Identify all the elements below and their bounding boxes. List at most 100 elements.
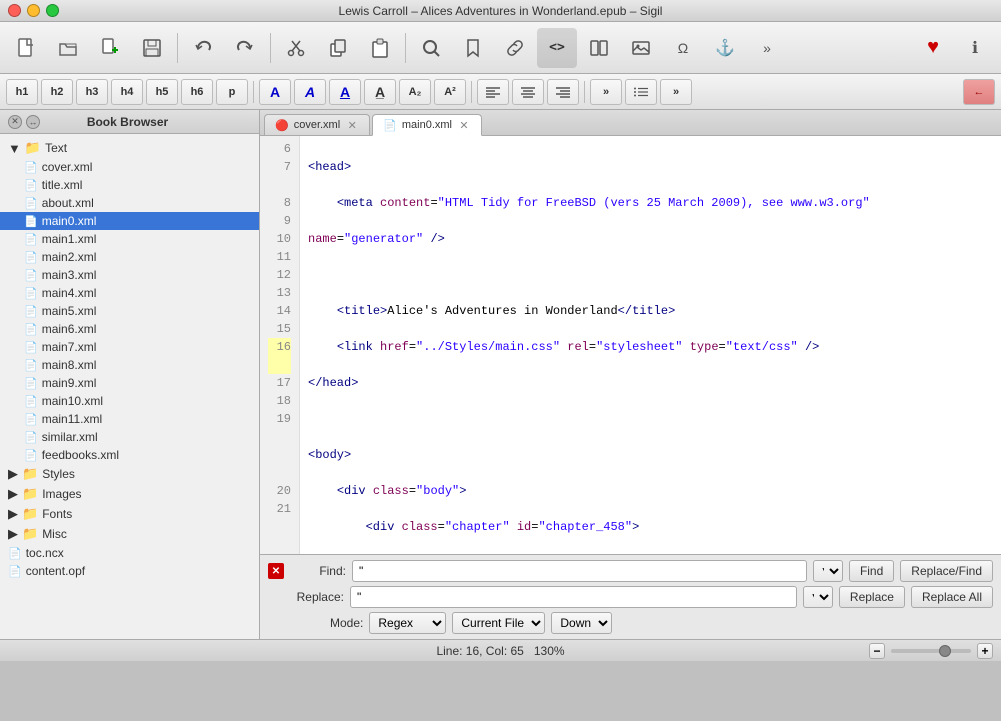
- find-button[interactable]: [411, 28, 451, 68]
- superscript-button[interactable]: A²: [434, 79, 466, 105]
- line-num: 6: [268, 140, 291, 158]
- info-button[interactable]: ℹ: [955, 28, 995, 68]
- heading5-button[interactable]: h5: [146, 79, 178, 105]
- find-button[interactable]: Find: [849, 560, 894, 582]
- fonts-folder[interactable]: ▶ 📁 Fonts: [0, 504, 259, 524]
- file-main7-xml[interactable]: 📄 main7.xml: [0, 338, 259, 356]
- file-toc-ncx[interactable]: 📄 toc.ncx: [0, 544, 259, 562]
- minimize-window-button[interactable]: [27, 4, 40, 17]
- direction-select[interactable]: Up Down: [551, 612, 612, 634]
- zoom-in-button[interactable]: +: [977, 643, 993, 659]
- heading3-button[interactable]: h3: [76, 79, 108, 105]
- zoom-slider[interactable]: [891, 649, 971, 653]
- tab-cover-xml[interactable]: 🔴 cover.xml ✕: [264, 114, 370, 135]
- special-char-button[interactable]: Ω: [663, 28, 703, 68]
- file-label: main11.xml: [42, 412, 102, 426]
- misc-folder[interactable]: ▶ 📁 Misc: [0, 524, 259, 544]
- strikethrough-button[interactable]: A̲: [364, 79, 396, 105]
- replace-button[interactable]: Replace: [839, 586, 905, 608]
- replace-find-button[interactable]: Replace/Find: [900, 560, 993, 582]
- zoom-out-button[interactable]: −: [869, 643, 885, 659]
- align-center-button[interactable]: [512, 79, 544, 105]
- back-button[interactable]: ←: [963, 79, 995, 105]
- redo-button[interactable]: [225, 28, 265, 68]
- text-folder[interactable]: ▼ 📁 Text: [0, 138, 259, 158]
- file-main5-xml[interactable]: 📄 main5.xml: [0, 302, 259, 320]
- line-num: [268, 356, 291, 374]
- paste-button[interactable]: [360, 28, 400, 68]
- file-main8-xml[interactable]: 📄 main8.xml: [0, 356, 259, 374]
- cut-button[interactable]: [276, 28, 316, 68]
- underline-button[interactable]: A: [329, 79, 361, 105]
- status-bar: Line: 16, Col: 65 130% − +: [0, 639, 1001, 661]
- italic-button[interactable]: A: [294, 79, 326, 105]
- more-toolbar-button[interactable]: »: [747, 28, 787, 68]
- file-title-xml[interactable]: 📄 title.xml: [0, 176, 259, 194]
- scope-select[interactable]: Current File All Files: [452, 612, 545, 634]
- more-format-button[interactable]: »: [590, 79, 622, 105]
- code-editor[interactable]: 6 7 8 9 10 11 12 13 14 15 16 17 18 19: [260, 136, 1001, 554]
- find-replace-close-button[interactable]: ✕: [268, 563, 284, 579]
- images-folder[interactable]: ▶ 📁 Images: [0, 484, 259, 504]
- maximize-window-button[interactable]: [46, 4, 59, 17]
- code-view-button[interactable]: <>: [537, 28, 577, 68]
- file-cover-xml[interactable]: 📄 cover.xml: [0, 158, 259, 176]
- line-num: [268, 428, 291, 446]
- code-line: [308, 266, 993, 284]
- file-main1-xml[interactable]: 📄 main1.xml: [0, 230, 259, 248]
- file-label: main3.xml: [42, 268, 97, 282]
- image-button[interactable]: [621, 28, 661, 68]
- file-main3-xml[interactable]: 📄 main3.xml: [0, 266, 259, 284]
- styles-folder[interactable]: ▶ 📁 Styles: [0, 464, 259, 484]
- file-feedbooks-xml[interactable]: 📄 feedbooks.xml: [0, 446, 259, 464]
- save-button[interactable]: [132, 28, 172, 68]
- replace-input[interactable]: [350, 586, 797, 608]
- tab-main0-xml[interactable]: 📄 main0.xml ✕: [372, 114, 482, 136]
- folder-closed-icon: ▶: [8, 486, 18, 502]
- close-window-button[interactable]: [8, 4, 21, 17]
- file-main0-xml[interactable]: 📄 main0.xml: [0, 212, 259, 230]
- new-file-button[interactable]: [6, 28, 46, 68]
- file-icon: 📄: [24, 305, 38, 318]
- list-button[interactable]: [625, 79, 657, 105]
- subscript-button[interactable]: A₂: [399, 79, 431, 105]
- align-right-button[interactable]: [547, 79, 579, 105]
- file-main11-xml[interactable]: 📄 main11.xml: [0, 410, 259, 428]
- more-format2-button[interactable]: »: [660, 79, 692, 105]
- open-file-button[interactable]: [48, 28, 88, 68]
- file-similar-xml[interactable]: 📄 similar.xml: [0, 428, 259, 446]
- file-main6-xml[interactable]: 📄 main6.xml: [0, 320, 259, 338]
- mode-select[interactable]: Normal Regex Wildcard: [369, 612, 446, 634]
- heading4-button[interactable]: h4: [111, 79, 143, 105]
- file-main10-xml[interactable]: 📄 main10.xml: [0, 392, 259, 410]
- sidebar-expand-button[interactable]: ↔: [26, 115, 40, 129]
- paragraph-button[interactable]: p: [216, 79, 248, 105]
- find-input[interactable]: [352, 560, 807, 582]
- find-dropdown[interactable]: ▼: [813, 560, 843, 582]
- align-left-button[interactable]: [477, 79, 509, 105]
- add-file-button[interactable]: [90, 28, 130, 68]
- tab-close-button[interactable]: ✕: [345, 118, 359, 132]
- file-main9-xml[interactable]: 📄 main9.xml: [0, 374, 259, 392]
- tab-close-button[interactable]: ✕: [457, 118, 471, 132]
- split-view-button[interactable]: [579, 28, 619, 68]
- file-main2-xml[interactable]: 📄 main2.xml: [0, 248, 259, 266]
- heading1-button[interactable]: h1: [6, 79, 38, 105]
- bold-button[interactable]: A: [259, 79, 291, 105]
- file-about-xml[interactable]: 📄 about.xml: [0, 194, 259, 212]
- heading6-button[interactable]: h6: [181, 79, 213, 105]
- code-content[interactable]: <head> <meta content="HTML Tidy for Free…: [300, 136, 1001, 554]
- copy-button[interactable]: [318, 28, 358, 68]
- replace-dropdown[interactable]: ▼: [803, 586, 833, 608]
- heading2-button[interactable]: h2: [41, 79, 73, 105]
- file-main4-xml[interactable]: 📄 main4.xml: [0, 284, 259, 302]
- anchor-button[interactable]: ⚓: [705, 28, 745, 68]
- sidebar-close-button[interactable]: ✕: [8, 115, 22, 129]
- replace-all-button[interactable]: Replace All: [911, 586, 993, 608]
- file-content-opf[interactable]: 📄 content.opf: [0, 562, 259, 580]
- line-num: 19: [268, 410, 291, 428]
- link-button[interactable]: [495, 28, 535, 68]
- bookmark-button[interactable]: [453, 28, 493, 68]
- heart-button[interactable]: ♥: [913, 28, 953, 68]
- undo-button[interactable]: [183, 28, 223, 68]
